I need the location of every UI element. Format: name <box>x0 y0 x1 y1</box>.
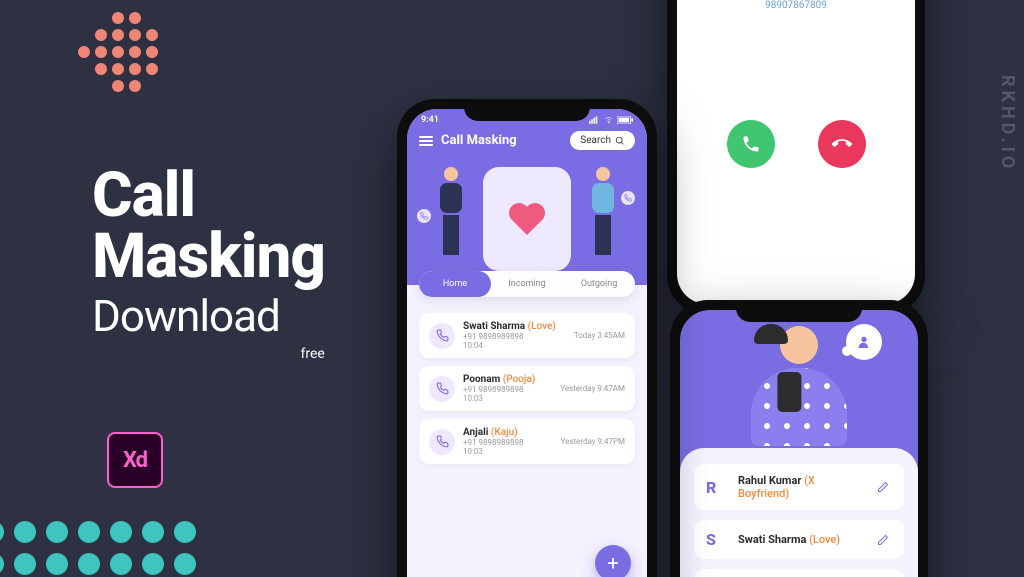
contact-row[interactable]: R Rahul Kumar (X Boyfriend) <box>694 464 904 510</box>
caller-number: 98907867809 <box>677 0 915 11</box>
speech-bubble-person-icon <box>846 324 882 360</box>
call-row[interactable]: Swati Sharma (Love) +91 9898989898 10:04… <box>419 313 635 358</box>
row-duration: 10:04 <box>463 341 566 350</box>
hero-line2: Masking <box>92 220 325 293</box>
row-name: Poonam <box>463 374 500 385</box>
row-duration: 10:03 <box>463 394 552 403</box>
row-time: Today 3:45AM <box>574 331 625 340</box>
row-time: Yesterday 9:47AM <box>560 384 625 393</box>
row-name: Anjali <box>463 427 488 438</box>
row-alias: (Kaju) <box>491 427 518 438</box>
tabs: Home Incoming Outgoing <box>419 271 635 297</box>
phone-mockup-contacts: R Rahul Kumar (X Boyfriend) S Swati Shar… <box>670 300 928 577</box>
search-label: Search <box>580 135 611 146</box>
row-alias: (Love) <box>528 321 556 332</box>
phone-icon <box>429 429 455 455</box>
contact-alias: (Love) <box>809 533 840 546</box>
tab-incoming[interactable]: Incoming <box>491 271 563 297</box>
phone-mockup-list: 9:41 Call Masking Search <box>397 99 657 577</box>
search-button[interactable]: Search <box>570 131 635 150</box>
heart-icon <box>507 199 547 239</box>
app-title: Call Masking <box>441 133 517 148</box>
contact-name: Rahul Kumar <box>738 474 801 487</box>
row-phone: +91 9898989898 <box>463 438 553 447</box>
contacts-illustration <box>680 310 918 448</box>
status-icons <box>589 116 633 124</box>
hero-illustration-card <box>483 167 571 271</box>
phone-icon <box>429 376 455 402</box>
bubble-phone-icon <box>621 191 635 205</box>
hero-text: CallMasking Download free <box>92 166 325 362</box>
row-alias: (Pooja) <box>503 374 536 385</box>
edit-icon[interactable] <box>874 478 892 496</box>
illustration-person-left <box>429 167 473 263</box>
row-time: Yesterday 9:47PM <box>561 437 625 446</box>
add-button[interactable]: + <box>595 545 631 577</box>
status-time: 9:41 <box>421 115 439 125</box>
hero-line3: Download <box>92 290 325 342</box>
accept-call-button[interactable] <box>727 120 775 168</box>
row-phone: +91 9898989898 <box>463 385 552 394</box>
dots-salmon <box>78 12 158 92</box>
decline-call-button[interactable] <box>818 120 866 168</box>
illustration-person-right <box>581 167 625 263</box>
bubble-phone-icon <box>417 209 431 223</box>
hero-free: free <box>92 346 325 362</box>
row-phone: +91 9898989898 <box>463 332 566 341</box>
call-row[interactable]: Anjali (Kaju) +91 9898989898 10:03 Yeste… <box>419 419 635 464</box>
contact-row[interactable]: S Swati Sharma (Love) <box>694 520 904 559</box>
adobe-xd-icon: Xd <box>107 432 163 488</box>
watermark: RKHD.IO <box>997 75 1018 172</box>
call-list: Swati Sharma (Love) +91 9898989898 10:04… <box>407 307 647 577</box>
contact-row[interactable]: P Poonam (Pooja) <box>694 569 904 577</box>
tab-outgoing[interactable]: Outgoing <box>563 271 635 297</box>
edit-icon[interactable] <box>874 531 892 549</box>
contact-letter: R <box>706 478 728 497</box>
tab-home[interactable]: Home <box>419 271 491 297</box>
row-name: Swati Sharma <box>463 321 525 332</box>
menu-icon[interactable] <box>419 136 433 146</box>
phone-mockup-call: MY HR 98907867809 <box>667 0 925 314</box>
search-icon <box>615 136 625 146</box>
call-row[interactable]: Poonam (Pooja) +91 9898989898 10:03 Yest… <box>419 366 635 411</box>
phone-icon <box>429 323 455 349</box>
dots-teal <box>0 521 196 577</box>
contact-name: Swati Sharma <box>738 533 806 546</box>
row-duration: 10:03 <box>463 447 553 456</box>
contact-letter: S <box>706 530 728 549</box>
